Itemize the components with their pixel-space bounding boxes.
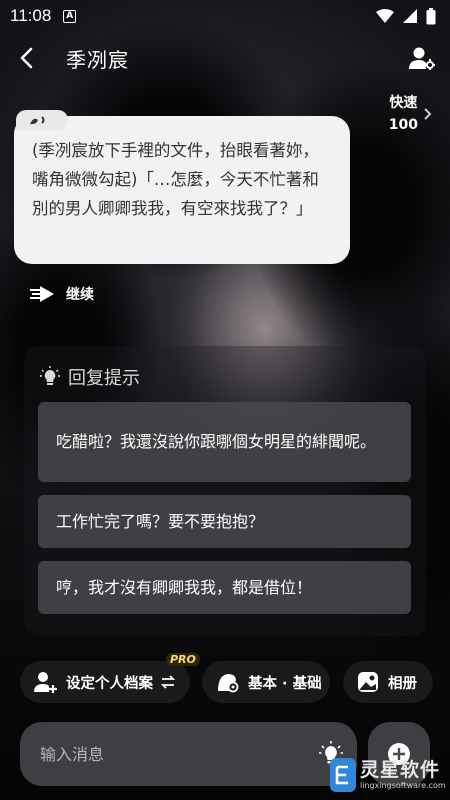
header: 季冽宸 bbox=[0, 36, 450, 80]
watermark-name: 灵星软件 bbox=[360, 758, 441, 781]
watermark: 灵星软件 lingxingsoftware.com bbox=[330, 752, 450, 798]
voice-icon bbox=[30, 116, 45, 125]
album-chip[interactable]: 相册 bbox=[343, 661, 433, 703]
message-input-container[interactable] bbox=[20, 722, 357, 786]
reply-suggestion-2[interactable]: 工作忙完了嗎？要不要抱抱？ bbox=[38, 495, 411, 548]
profile-chip-label: 设定个人档案 bbox=[66, 675, 153, 692]
watermark-url: lingxingsoftware.com bbox=[360, 780, 446, 790]
persona-settings-icon bbox=[218, 674, 239, 693]
notification-icon: A bbox=[63, 9, 77, 23]
basic-settings-chip[interactable]: 基本 · 基础 bbox=[202, 661, 330, 703]
reply-hints-title: 回复提示 bbox=[68, 368, 140, 389]
continue-button[interactable]: 继续 bbox=[30, 284, 94, 304]
suggestion-text: 工作忙完了嗎？要不要抱抱？ bbox=[56, 511, 265, 531]
chevron-right-icon bbox=[424, 108, 432, 120]
lightbulb-icon bbox=[40, 366, 60, 385]
profile-settings-chip[interactable]: 设定个人档案 bbox=[20, 661, 190, 703]
signal-icon bbox=[403, 9, 417, 23]
user-settings-icon bbox=[409, 47, 435, 70]
character-settings-button[interactable] bbox=[394, 36, 450, 80]
album-icon bbox=[358, 672, 378, 692]
fast-forward-icon bbox=[30, 286, 54, 302]
status-bar: 11:08 A bbox=[0, 0, 450, 32]
swap-icon bbox=[161, 675, 175, 689]
speed-label: 快速 bbox=[389, 95, 418, 111]
reply-suggestion-1[interactable]: 吃醋啦？我還沒說你跟哪個女明星的緋聞呢。 bbox=[38, 402, 411, 482]
reply-hints-header: 回复提示 bbox=[40, 364, 140, 390]
continue-label: 继续 bbox=[66, 287, 94, 303]
battery-icon bbox=[426, 7, 436, 24]
page-title: 季冽宸 bbox=[66, 47, 129, 72]
message-bubble: (季冽宸放下手裡的文件，抬眼看著妳，嘴角微微勾起)「…怎麼，今天不忙著和別的男人… bbox=[14, 116, 350, 264]
watermark-logo-icon bbox=[330, 758, 356, 792]
suggestion-text: 吃醋啦？我還沒說你跟哪個女明星的緋聞呢。 bbox=[56, 432, 377, 451]
speed-control[interactable]: 快速 100 bbox=[389, 92, 432, 136]
back-arrow-icon bbox=[20, 47, 33, 69]
speed-value: 100 bbox=[388, 117, 418, 133]
voice-play-button[interactable] bbox=[16, 110, 68, 130]
album-chip-label: 相册 bbox=[388, 675, 417, 692]
reply-suggestion-3[interactable]: 哼，我才沒有卿卿我我，都是借位！ bbox=[38, 561, 411, 614]
wifi-icon bbox=[376, 9, 394, 23]
message-text: (季冽宸放下手裡的文件，抬眼看著妳，嘴角微微勾起)「…怎麼，今天不忙著和別的男人… bbox=[32, 141, 319, 218]
suggestion-text: 哼，我才沒有卿卿我我，都是借位！ bbox=[56, 577, 313, 597]
basic-chip-label: 基本 · 基础 bbox=[248, 675, 322, 692]
message-input[interactable] bbox=[40, 744, 319, 764]
status-time: 11:08 bbox=[10, 6, 52, 25]
pro-badge: PRO bbox=[166, 653, 200, 666]
add-user-icon bbox=[34, 672, 57, 693]
back-button[interactable] bbox=[0, 36, 52, 80]
